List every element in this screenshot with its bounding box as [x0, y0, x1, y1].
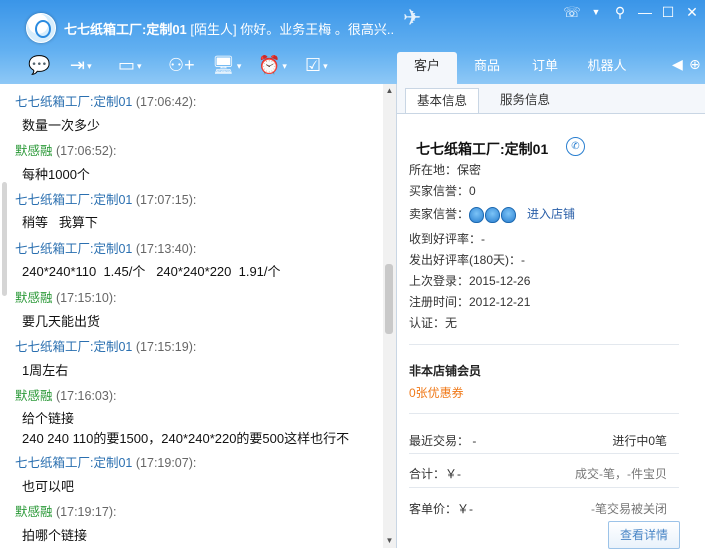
customer-panel: 基本信息 服务信息 七七纸箱工厂:定制01 ✆ 所在地：保密 买家信誉：0 卖家…	[397, 84, 705, 549]
tab-service-info[interactable]: 服务信息	[489, 88, 561, 113]
scroll-down-icon[interactable]: ▼	[383, 535, 396, 547]
phone-icon[interactable]: ✆	[566, 137, 585, 156]
alarm-icon[interactable]: ⏰ ▾	[258, 54, 287, 78]
tab-customer[interactable]: 客户	[397, 52, 457, 84]
chat-history[interactable]: 七七纸箱工厂:定制01 (17:06:42): 数量一次多少 默感融 (17:0…	[0, 84, 397, 548]
message-text: 数量一次多少	[22, 118, 101, 133]
message-text: 要几天能出货	[22, 314, 101, 329]
phone-dropdown-icon[interactable]: ▼	[587, 3, 605, 21]
divider	[409, 413, 679, 414]
message-text: 给个链接	[22, 411, 75, 426]
closed-trades: -笔交易被关闭	[591, 502, 667, 516]
scroll-up-icon[interactable]: ▲	[383, 85, 396, 97]
tab-robot[interactable]: 机器人	[577, 52, 637, 84]
buyer-credit: 买家信誉：0	[409, 184, 476, 198]
remote-assist-icon[interactable]: 🖥 ▾	[212, 54, 241, 78]
verification: 认证：无	[409, 316, 458, 330]
prev-tab-icon[interactable]: ◀	[672, 56, 683, 73]
good-rate-received: 收到好评率：-	[409, 232, 485, 246]
scrollbar-thumb[interactable]	[385, 264, 393, 334]
app-grid-icon[interactable]: ☑ ▾	[305, 54, 328, 78]
basic-info-body	[397, 114, 705, 548]
coupon-count[interactable]: 0张优惠券	[409, 384, 464, 401]
last-login: 上次登录：2015-12-26	[409, 274, 531, 288]
location: 所在地：保密	[409, 163, 482, 177]
emoticon-icon[interactable]: 💬	[28, 54, 50, 78]
paper-plane-icon: ✈	[403, 5, 422, 30]
divider	[409, 487, 679, 488]
crown-icon	[501, 206, 517, 223]
contact-avatar[interactable]	[26, 13, 56, 43]
minimize-icon[interactable]: —	[636, 3, 654, 21]
message-header: 默感融 (17:06:52):	[15, 144, 117, 158]
message-header: 默感融 (17:15:10):	[15, 291, 117, 305]
message-header: 默感融 (17:19:17):	[15, 505, 117, 519]
video-call-icon[interactable]: ▭ ▾	[118, 54, 142, 78]
tab-goods[interactable]: 商品	[459, 52, 515, 84]
message-text: 拍哪个链接	[22, 528, 88, 543]
chat-scrollbar[interactable]: ▲ ▼	[383, 84, 396, 548]
total-amount: 合计：￥-	[409, 467, 461, 481]
message-text: 240 240 110的要1500，240*240*220的要500这样也行不	[22, 431, 350, 446]
register-time: 注册时间：2012-12-21	[409, 295, 531, 309]
add-tab-icon[interactable]: ⊕	[689, 56, 701, 73]
close-icon[interactable]: ✕	[683, 3, 701, 21]
seller-credit-label: 卖家信誉：	[409, 207, 470, 221]
phone-icon[interactable]: ☏	[563, 3, 581, 21]
contact-name: 七七纸箱工厂:定制01	[64, 22, 187, 37]
message-text: 稍等 我算下	[22, 215, 98, 230]
shop-name: 七七纸箱工厂:定制01	[416, 141, 549, 157]
message-header: 七七纸箱工厂:定制01 (17:07:15):	[15, 193, 197, 207]
in-progress-count: 进行中0笔	[612, 434, 667, 448]
view-details-button[interactable]: 查看详情	[608, 521, 680, 549]
member-status: 非本店铺会员	[409, 364, 482, 378]
crown-icon	[469, 206, 485, 223]
send-file-icon[interactable]: ⇥ ▾	[70, 54, 92, 78]
message-text: 每种1000个	[22, 167, 90, 182]
title-bar: 七七纸箱工厂:定制01 [陌生人] 你好。业务王梅 。很高兴... ✈ ☏ ▼ …	[0, 0, 705, 84]
contact-signature: [陌生人] 你好。业务王梅 。很高兴...	[186, 22, 394, 37]
divider	[409, 453, 679, 454]
deal-summary: 成交-笔，-件宝贝	[575, 467, 667, 481]
unit-price: 客单价：￥-	[409, 502, 473, 516]
enter-shop-link[interactable]: 进入店铺	[527, 207, 575, 221]
message-header: 七七纸箱工厂:定制01 (17:13:40):	[15, 242, 197, 256]
chat-title: 七七纸箱工厂:定制01 [陌生人] 你好。业务王梅 。很高兴...	[64, 19, 394, 38]
maximize-icon[interactable]: ☐	[659, 3, 677, 21]
tab-basic-info[interactable]: 基本信息	[405, 88, 479, 115]
crown-icon	[485, 206, 501, 223]
message-text: 1周左右	[22, 363, 69, 378]
seller-credit-row: 卖家信誉： 进入店铺	[409, 205, 575, 223]
message-header: 七七纸箱工厂:定制01 (17:15:19):	[15, 340, 197, 354]
left-scroll-thumb[interactable]	[2, 182, 7, 296]
recent-trade: 最近交易： -	[409, 434, 477, 448]
good-rate-given: 发出好评率(180天)：-	[409, 253, 526, 267]
message-text: 240*240*110 1.45/个 240*240*220 1.91/个	[22, 264, 281, 279]
message-header: 七七纸箱工厂:定制01 (17:06:42):	[15, 95, 197, 109]
left-scroll-track[interactable]	[0, 84, 10, 296]
message-header: 默感融 (17:16:03):	[15, 389, 117, 403]
message-text: 也可以吧	[22, 479, 75, 494]
message-header: 七七纸箱工厂:定制01 (17:19:07):	[15, 456, 197, 470]
tab-orders[interactable]: 订单	[517, 52, 573, 84]
pin-icon[interactable]: ⚲	[611, 3, 629, 21]
add-contact-icon[interactable]: ⚇+	[168, 54, 195, 78]
divider	[409, 344, 679, 345]
